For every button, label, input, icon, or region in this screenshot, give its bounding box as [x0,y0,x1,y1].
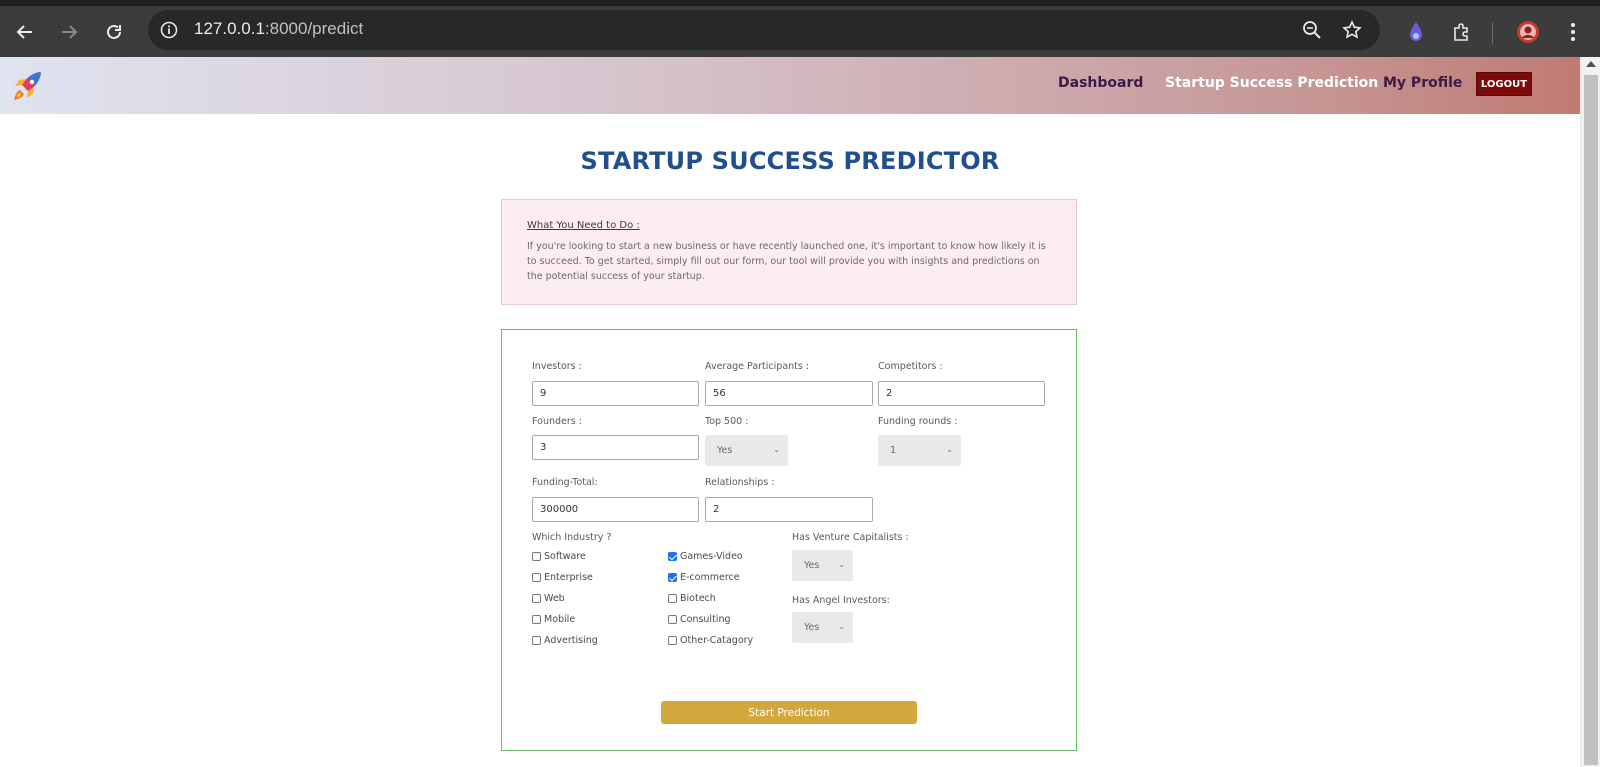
chevron-down-icon: ⌄ [838,622,845,631]
address-bar[interactable]: 127.0.0.1:8000/predict [148,10,1380,50]
site-header: Dashboard Startup Success Prediction My … [0,57,1580,114]
checkbox-label: Web [544,593,565,604]
checkbox[interactable] [668,615,677,624]
scrollbar-thumb[interactable] [1584,75,1598,765]
nav-dashboard[interactable]: Dashboard [1058,75,1143,91]
forward-icon[interactable] [56,19,82,45]
has-angel-label: Has Angel Investors: [792,595,890,606]
competitors-label: Competitors : [878,361,943,372]
menu-kebab-icon[interactable] [1559,18,1587,46]
page-title: STARTUP SUCCESS PREDICTOR [580,147,1000,175]
checkbox-label: Other-Catagory [680,635,754,646]
chevron-down-icon: ⌄ [946,445,953,454]
has-vc-select[interactable]: Yes ⌄ [792,550,853,581]
industry-checkbox-e-commerce[interactable]: E-commerce [668,572,740,583]
checkbox-label: Biotech [680,593,716,604]
scroll-up-arrow-icon[interactable] [1586,61,1596,67]
checkbox[interactable] [532,594,541,603]
info-heading: What You Need to Do : [527,220,640,231]
checkbox-label: Enterprise [544,572,593,583]
industry-checkbox-mobile[interactable]: Mobile [532,614,575,625]
funding-rounds-select[interactable]: 1 ⌄ [878,435,961,466]
prediction-form: Investors : 9 Average Participants : 56 … [501,329,1077,751]
industry-checkbox-other-category[interactable]: Other-Catagory [668,635,753,646]
checkbox-label: Advertising [544,635,598,646]
checkbox[interactable] [532,636,541,645]
chevron-down-icon: ⌄ [773,445,780,454]
bookmark-star-icon[interactable] [1340,18,1364,42]
has-angel-value: Yes [804,622,820,633]
has-angel-select[interactable]: Yes ⌄ [792,612,853,643]
checkbox-label: Mobile [544,614,576,625]
relationships-input[interactable]: 2 [705,497,873,522]
industry-checkbox-biotech[interactable]: Biotech [668,593,716,604]
url-text[interactable]: 127.0.0.1:8000/predict [194,19,363,39]
top500-select[interactable]: Yes ⌄ [705,435,788,466]
checkbox[interactable] [668,594,677,603]
top500-value: Yes [717,445,733,456]
checkbox-label: Consulting [680,614,731,625]
checkbox-label: Games-Video [680,551,743,562]
nav-my-profile[interactable]: My Profile [1383,75,1462,91]
industry-checkbox-consulting[interactable]: Consulting [668,614,731,625]
funding-rounds-value: 1 [890,445,897,456]
industry-checkbox-advertising[interactable]: Advertising [532,635,598,646]
zoom-icon[interactable] [1300,18,1324,42]
funding-rounds-label: Funding rounds : [878,416,958,427]
founders-input[interactable]: 3 [532,435,699,460]
checkbox-label: Software [544,551,586,562]
founders-label: Founders : [532,416,582,427]
page-viewport: Dashboard Startup Success Prediction My … [0,57,1580,767]
checkbox[interactable] [532,552,541,561]
industry-checkbox-web[interactable]: Web [532,593,565,604]
info-text: If you're looking to start a new busines… [527,241,1046,282]
industry-checkbox-software[interactable]: Software [532,551,586,562]
page-scrollbar[interactable] [1580,57,1600,767]
chevron-down-icon: ⌄ [838,560,845,569]
top500-label: Top 500 : [705,416,749,427]
checkbox-checked[interactable] [668,573,677,582]
investors-label: Investors : [532,361,582,372]
checkbox-checked[interactable] [668,552,677,561]
industry-label: Which Industry ? [532,532,612,543]
toolbar-divider [1492,22,1493,44]
logout-button[interactable]: LOGOUT [1476,72,1532,96]
back-icon[interactable] [12,19,38,45]
industry-checkbox-enterprise[interactable]: Enterprise [532,572,593,583]
site-info-icon[interactable] [158,19,180,41]
extension-drop-icon[interactable] [1402,18,1430,46]
checkbox-label: E-commerce [680,572,740,583]
checkbox[interactable] [532,573,541,582]
avg-participants-input[interactable]: 56 [705,381,873,406]
funding-total-input[interactable]: 300000 [532,497,699,522]
browser-toolbar: 127.0.0.1:8000/predict [0,0,1600,57]
profile-avatar-icon[interactable] [1514,18,1542,46]
rocket-logo-icon[interactable] [10,70,44,104]
has-vc-value: Yes [804,560,820,571]
funding-total-label: Funding-Total: [532,477,598,488]
extensions-puzzle-icon[interactable] [1448,18,1476,46]
avg-participants-label: Average Participants : [705,361,810,372]
industry-checkbox-games-video[interactable]: Games-Video [668,551,743,562]
checkbox[interactable] [668,636,677,645]
start-prediction-button[interactable]: Start Prediction [661,701,917,724]
competitors-input[interactable]: 2 [878,381,1045,406]
nav-startup-success-prediction[interactable]: Startup Success Prediction [1165,75,1378,91]
checkbox[interactable] [532,615,541,624]
investors-input[interactable]: 9 [532,381,699,406]
info-box: What You Need to Do : If you're looking … [501,199,1077,305]
has-vc-label: Has Venture Capitalists : [792,532,909,543]
relationships-label: Relationships : [705,477,775,488]
reload-icon[interactable] [101,19,127,45]
